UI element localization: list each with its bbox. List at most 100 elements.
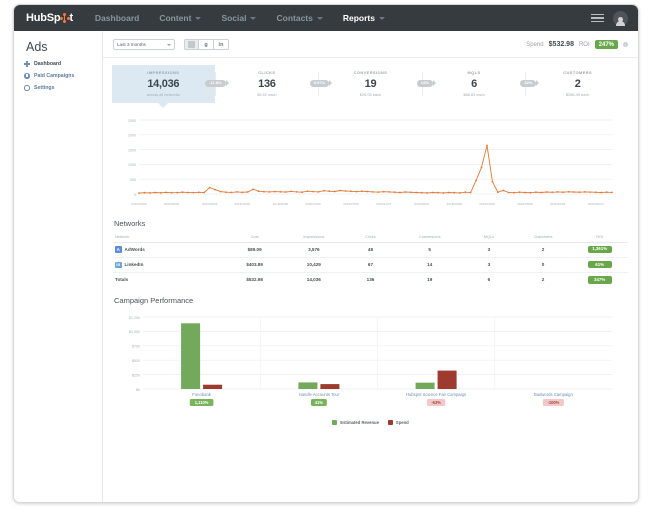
info-icon[interactable]: i bbox=[623, 42, 628, 47]
sidebar-item-settings[interactable]: Settings bbox=[24, 85, 102, 91]
nav-item-contacts[interactable]: Contacts bbox=[276, 13, 322, 23]
chevron-down-icon bbox=[250, 17, 256, 20]
table-row[interactable]: A AdWords $89.09 3,576 48 5 3 2 1,361% bbox=[113, 242, 628, 257]
svg-text:2016/27/06: 2016/27/06 bbox=[343, 202, 359, 206]
kpi-card-customers[interactable]: CUSTOMERS 2 $266.49 each bbox=[526, 65, 629, 103]
kpi-card-clicks[interactable]: CLICKS 136 $3.92 each 0.97% bbox=[216, 65, 319, 103]
table-total-row: Totals $532.98 14,036 136 19 6 2 347% bbox=[113, 272, 628, 287]
sidebar-item-label: Settings bbox=[34, 85, 54, 91]
spend-label: Spend bbox=[526, 42, 543, 48]
nav-item-content[interactable]: Content bbox=[159, 13, 201, 23]
nav-right-group bbox=[591, 11, 628, 26]
hamburger-icon[interactable] bbox=[591, 14, 604, 23]
cell-clicks: 48 bbox=[345, 242, 397, 257]
svg-text:41%: 41% bbox=[315, 400, 324, 405]
svg-text:$500: $500 bbox=[132, 359, 140, 363]
cell-network: Totals bbox=[113, 272, 226, 287]
sidebar-item-paid-campaigns[interactable]: Paid Campaigns bbox=[24, 73, 102, 79]
kpi-label: IMPRESSIONS bbox=[112, 70, 215, 75]
table-row[interactable]: in LinkedIn $403.89 10,429 67 14 3 0 61% bbox=[113, 257, 628, 272]
campaign-performance-title: Campaign Performance bbox=[114, 296, 628, 305]
date-range-select[interactable]: Last 3 months bbox=[113, 39, 175, 50]
cell-impressions: 3,576 bbox=[283, 242, 345, 257]
legend-item-spend: Spend bbox=[388, 420, 409, 425]
kpi-card-mqls[interactable]: MQLS 6 $88.83 each 32% bbox=[423, 65, 526, 103]
svg-text:Fonobank: Fonobank bbox=[192, 392, 212, 397]
svg-text:Hubspot Science Fair Campaign: Hubspot Science Fair Campaign bbox=[406, 392, 467, 397]
kpi-card-conversions[interactable]: CONVERSIONS 19 $28.05 each 14% bbox=[319, 65, 422, 103]
legend-label: Spend bbox=[396, 420, 409, 425]
campaign-performance-panel: Campaign Performance $0$250$500$750$1,00… bbox=[103, 287, 638, 425]
kpi-label: CONVERSIONS bbox=[319, 70, 422, 75]
cell-cost: $403.89 bbox=[226, 257, 283, 272]
kpi-label: CLICKS bbox=[216, 70, 319, 75]
table-header-row: Network Cost Impressions Clicks Conversi… bbox=[113, 234, 628, 243]
date-range-value: Last 3 months bbox=[117, 42, 146, 47]
nav-item-social[interactable]: Social bbox=[221, 13, 256, 23]
svg-text:1500: 1500 bbox=[128, 148, 136, 152]
kpi-value: 19 bbox=[319, 78, 422, 90]
logo-text-a: HubSp bbox=[26, 12, 60, 24]
roi-badge: 347% bbox=[588, 276, 612, 283]
filters-toolbar: Last 3 months g in Spend $532 bbox=[103, 31, 638, 58]
chevron-down-icon bbox=[379, 17, 385, 20]
cell-customers: 2 bbox=[515, 272, 572, 287]
adwords-icon: A bbox=[115, 246, 122, 253]
nav-item-dashboard[interactable]: Dashboard bbox=[95, 13, 139, 23]
svg-text:1,110%: 1,110% bbox=[195, 400, 209, 405]
svg-text:2016/04/05: 2016/04/05 bbox=[131, 202, 147, 206]
kpi-subtext: $266.49 each bbox=[526, 92, 629, 97]
cell-impressions: 14,036 bbox=[283, 272, 345, 287]
user-avatar-icon[interactable] bbox=[613, 11, 628, 26]
kpi-value: 2 bbox=[526, 78, 629, 90]
linkedin-filter-button[interactable]: in bbox=[214, 39, 229, 50]
nav-label: Dashboard bbox=[95, 13, 139, 23]
chevron-down-icon bbox=[317, 17, 323, 20]
svg-text:2016/16/05: 2016/16/05 bbox=[235, 202, 251, 206]
nav-label: Contacts bbox=[276, 13, 312, 23]
network-filter-group: g in bbox=[184, 39, 229, 50]
roi-label: ROI bbox=[579, 42, 590, 48]
col-cost: Cost bbox=[226, 234, 283, 243]
nav-item-reports[interactable]: Reports bbox=[343, 13, 385, 23]
kpi-subtext: $88.83 each bbox=[423, 92, 526, 97]
col-network: Network bbox=[113, 234, 226, 243]
svg-text:2016/19/09: 2016/19/09 bbox=[550, 202, 566, 206]
linkedin-icon: in bbox=[219, 42, 224, 48]
network-name: LinkedIn bbox=[125, 262, 144, 267]
google-filter-button[interactable]: g bbox=[199, 39, 214, 50]
svg-text:$750: $750 bbox=[132, 345, 140, 349]
kpi-delta-pill: -11.8% bbox=[205, 80, 225, 87]
svg-text:-100%: -100% bbox=[547, 400, 559, 405]
svg-text:2016/25/07: 2016/25/07 bbox=[414, 202, 430, 206]
kpi-delta-pill: 0.97% bbox=[310, 80, 329, 87]
svg-text:-53%: -53% bbox=[431, 400, 441, 405]
summary-metrics: Spend $532.98 ROI 247% i bbox=[526, 40, 628, 49]
svg-text:500: 500 bbox=[130, 178, 136, 182]
kpi-strip: IMPRESSIONS 14,036 across all networks -… bbox=[103, 58, 638, 112]
svg-text:2000: 2000 bbox=[128, 133, 136, 137]
cell-network: in LinkedIn bbox=[113, 257, 226, 272]
cell-roi: 61% bbox=[571, 257, 628, 272]
kpi-card-impressions[interactable]: IMPRESSIONS 14,036 across all networks -… bbox=[112, 65, 215, 103]
legend-item-revenue: Estimated Revenue bbox=[332, 420, 379, 425]
sidebar-item-label: Paid Campaigns bbox=[34, 73, 74, 79]
svg-text:Badwords Campaign: Badwords Campaign bbox=[534, 392, 574, 397]
cell-mqls: 6 bbox=[463, 272, 515, 287]
hubspot-logo[interactable]: HubSp t bbox=[26, 12, 73, 24]
cell-clicks: 136 bbox=[345, 272, 397, 287]
facebook-icon bbox=[188, 41, 195, 48]
kpi-label: CUSTOMERS bbox=[526, 70, 629, 75]
facebook-filter-button[interactable] bbox=[184, 39, 199, 50]
legend-label: Estimated Revenue bbox=[340, 420, 379, 425]
campaign-performance-chart: $0$250$500$750$1,000$1,250Fonobank1,110%… bbox=[113, 311, 628, 419]
google-icon: g bbox=[204, 42, 207, 48]
kpi-delta-pill: 32% bbox=[520, 80, 536, 87]
kpi-value: 6 bbox=[423, 78, 526, 90]
svg-text:2016/08/08: 2016/08/08 bbox=[447, 202, 463, 206]
nav-label: Reports bbox=[343, 13, 375, 23]
svg-text:Handle Accounts Tour: Handle Accounts Tour bbox=[299, 392, 340, 397]
nav-label: Content bbox=[159, 13, 191, 23]
sidebar-item-dashboard[interactable]: Dashboard bbox=[24, 61, 102, 67]
svg-text:2016/13/06: 2016/13/06 bbox=[305, 202, 321, 206]
